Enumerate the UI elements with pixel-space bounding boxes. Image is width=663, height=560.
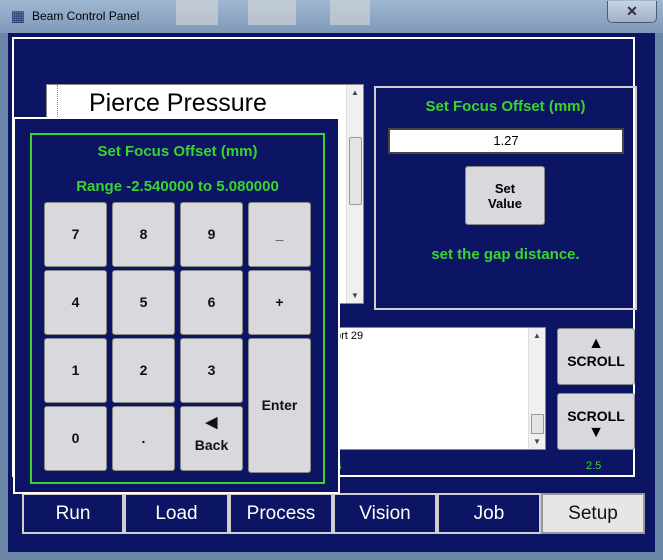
set-label: Set — [494, 180, 516, 196]
tab-vision[interactable]: Vision — [333, 493, 437, 534]
help-text: set the gap distance. — [431, 246, 580, 263]
key-dot[interactable]: . — [112, 406, 175, 471]
key-8[interactable]: 8 — [112, 202, 175, 267]
focus-offset-field[interactable]: 1.27 — [388, 128, 624, 154]
tab-run[interactable]: Run — [22, 493, 124, 534]
key-enter[interactable]: Enter — [248, 338, 311, 473]
key-underscore[interactable]: _ — [248, 202, 311, 267]
key-plus[interactable]: + — [248, 270, 311, 335]
scroll-down-label: SCROLL — [567, 408, 625, 424]
message-log[interactable]: ort 29 ▲ ▼ — [332, 327, 546, 450]
grid-icon: ▦ — [10, 8, 26, 25]
window-title: Beam Control Panel — [32, 9, 140, 23]
focus-offset-panel: Set Focus Offset (mm) 1.27 Set Value set… — [374, 86, 637, 310]
tab-setup[interactable]: Setup — [541, 493, 645, 534]
back-label: Back — [194, 437, 229, 453]
list-scrollbar[interactable]: ▲ ▼ — [346, 85, 363, 303]
scroll-up-button[interactable]: ▲ SCROLL — [557, 328, 635, 385]
keypad-range: Range -2.540000 to 5.080000 — [76, 178, 279, 195]
arrow-up-icon: ▲ — [588, 335, 604, 352]
key-0[interactable]: 0 — [44, 406, 107, 471]
key-4[interactable]: 4 — [44, 270, 107, 335]
title-bar: ▦ Beam Control Panel ✕ — [0, 0, 663, 33]
keypad-frame: Set Focus Offset (mm) Range -2.540000 to… — [30, 133, 325, 484]
scroll-up-icon[interactable]: ▲ — [351, 88, 359, 97]
keypad-title: Set Focus Offset (mm) — [97, 143, 258, 160]
key-6[interactable]: 6 — [180, 270, 243, 335]
key-back[interactable]: ◀ Back — [180, 406, 243, 471]
scroll-down-button[interactable]: SCROLL ▼ — [557, 393, 635, 450]
background-window-strip — [248, 0, 296, 25]
background-window-strip — [330, 0, 370, 25]
value-label: Value — [488, 195, 522, 211]
key-7[interactable]: 7 — [44, 202, 107, 267]
scrollbar-thumb[interactable] — [531, 414, 544, 434]
key-1[interactable]: 1 — [44, 338, 107, 403]
key-9[interactable]: 9 — [180, 202, 243, 267]
close-button[interactable]: ✕ — [607, 1, 657, 23]
key-5[interactable]: 5 — [112, 270, 175, 335]
panel-title: Set Focus Offset (mm) — [425, 98, 586, 115]
scroll-up-label: SCROLL — [567, 353, 625, 369]
scroll-down-icon[interactable]: ▼ — [351, 291, 359, 300]
list-item[interactable]: Pierce Pressure — [89, 89, 267, 118]
scroll-up-icon[interactable]: ▲ — [533, 331, 541, 340]
scroll-value: 2.5 — [586, 460, 602, 472]
set-value-button[interactable]: Set Value — [465, 166, 545, 225]
back-arrow-icon: ◀ — [205, 414, 218, 431]
background-window-strip — [176, 0, 218, 25]
tab-process[interactable]: Process — [229, 493, 333, 534]
scroll-down-icon[interactable]: ▼ — [533, 437, 541, 446]
tab-job[interactable]: Job — [437, 493, 541, 534]
log-scrollbar[interactable]: ▲ ▼ — [528, 328, 545, 449]
scrollbar-thumb[interactable] — [349, 137, 362, 205]
keypad-dialog: Set Focus Offset (mm) Range -2.540000 to… — [13, 117, 340, 494]
key-2[interactable]: 2 — [112, 338, 175, 403]
tab-load[interactable]: Load — [124, 493, 229, 534]
arrow-down-icon: ▼ — [588, 424, 604, 441]
key-3[interactable]: 3 — [180, 338, 243, 403]
